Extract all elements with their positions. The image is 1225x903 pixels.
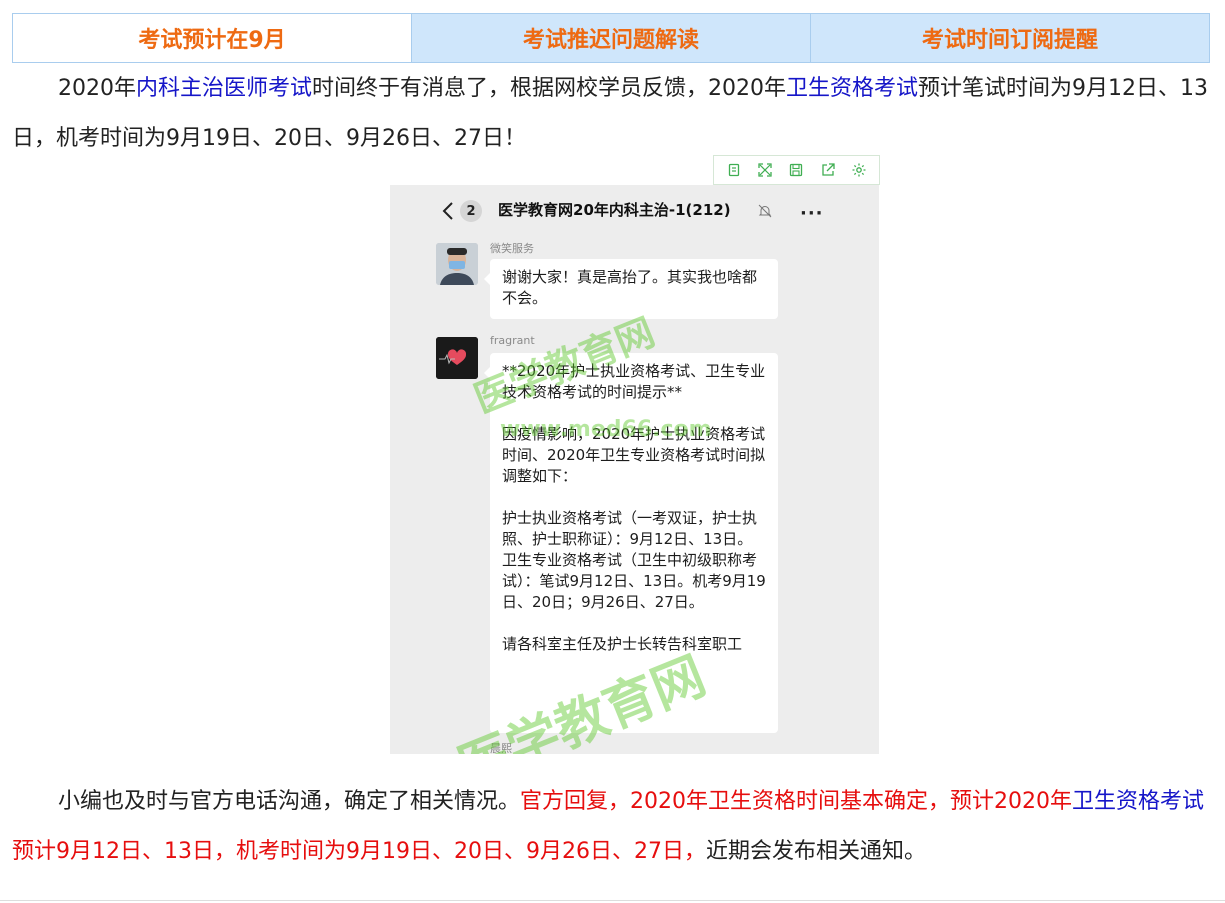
link-health-qualification-exam[interactable]: 卫生资格考试 — [786, 76, 918, 101]
highlight-text: 官方回复，2020年卫生资格时间基本确定，预计2020年 — [520, 789, 1072, 814]
tab-bar: 考试预计在9月 考试推迟问题解读 考试时间订阅提醒 — [12, 13, 1210, 63]
sender-name: 微笑服务 — [490, 242, 534, 255]
mute-bell-icon — [758, 204, 772, 218]
chat-title: 医学教育网20年内科主治-1(212) — [498, 201, 731, 219]
unread-count-badge: 2 — [460, 200, 482, 222]
text-segment: 时间终于有消息了，根据网校学员反馈，2020年 — [312, 76, 787, 101]
highlight-text: 预计9月12日、13日，机考时间为9月19日、20日、9月26日、27日， — [12, 839, 706, 864]
more-options-icon: ··· — [800, 203, 824, 224]
message-bubble: 谢谢大家！真是高抬了。其实我也啥都不会。 — [484, 259, 778, 319]
tab-exam-september[interactable]: 考试预计在9月 — [13, 14, 412, 62]
share-icon[interactable] — [816, 158, 840, 182]
avatar-smile-service — [436, 243, 478, 285]
official-reply-paragraph: 小编也及时与官方电话沟通，确定了相关情况。官方回复，2020年卫生资格时间基本确… — [12, 777, 1212, 877]
save-icon[interactable] — [784, 158, 808, 182]
back-arrow-icon — [442, 202, 453, 220]
tab-subscribe-reminder[interactable]: 考试时间订阅提醒 — [811, 14, 1209, 62]
message-bubble: **2020年护士执业资格考试、卫生专业技术资格考试的时间提示** 因疫情影响，… — [484, 353, 778, 733]
bottom-divider — [0, 900, 1225, 901]
link-internal-medicine-exam[interactable]: 内科主治医师考试 — [136, 76, 312, 101]
tab-delay-interpretation[interactable]: 考试推迟问题解读 — [412, 14, 811, 62]
settings-icon[interactable] — [847, 158, 871, 182]
text-segment: 近期会发布相关通知。 — [705, 839, 926, 864]
sender-name: 晨熙 — [490, 742, 512, 754]
sender-name: fragrant — [490, 334, 535, 347]
link-health-qualification-exam[interactable]: 卫生资格考试 — [1072, 789, 1204, 814]
text-segment: 2020年 — [58, 76, 136, 101]
copy-icon[interactable] — [722, 158, 746, 182]
image-toolbar — [713, 155, 880, 185]
chat-screenshot-image: 2 医学教育网20年内科主治-1(212) ··· 微笑服务 谢谢大家！真是高抬… — [390, 185, 879, 754]
intro-paragraph: 2020年内科主治医师考试时间终于有消息了，根据网校学员反馈，2020年卫生资格… — [12, 64, 1212, 164]
text-segment: 小编也及时与官方电话沟通，确定了相关情况。 — [58, 789, 521, 814]
fullscreen-icon[interactable] — [753, 158, 777, 182]
avatar-fragrant — [436, 337, 478, 379]
